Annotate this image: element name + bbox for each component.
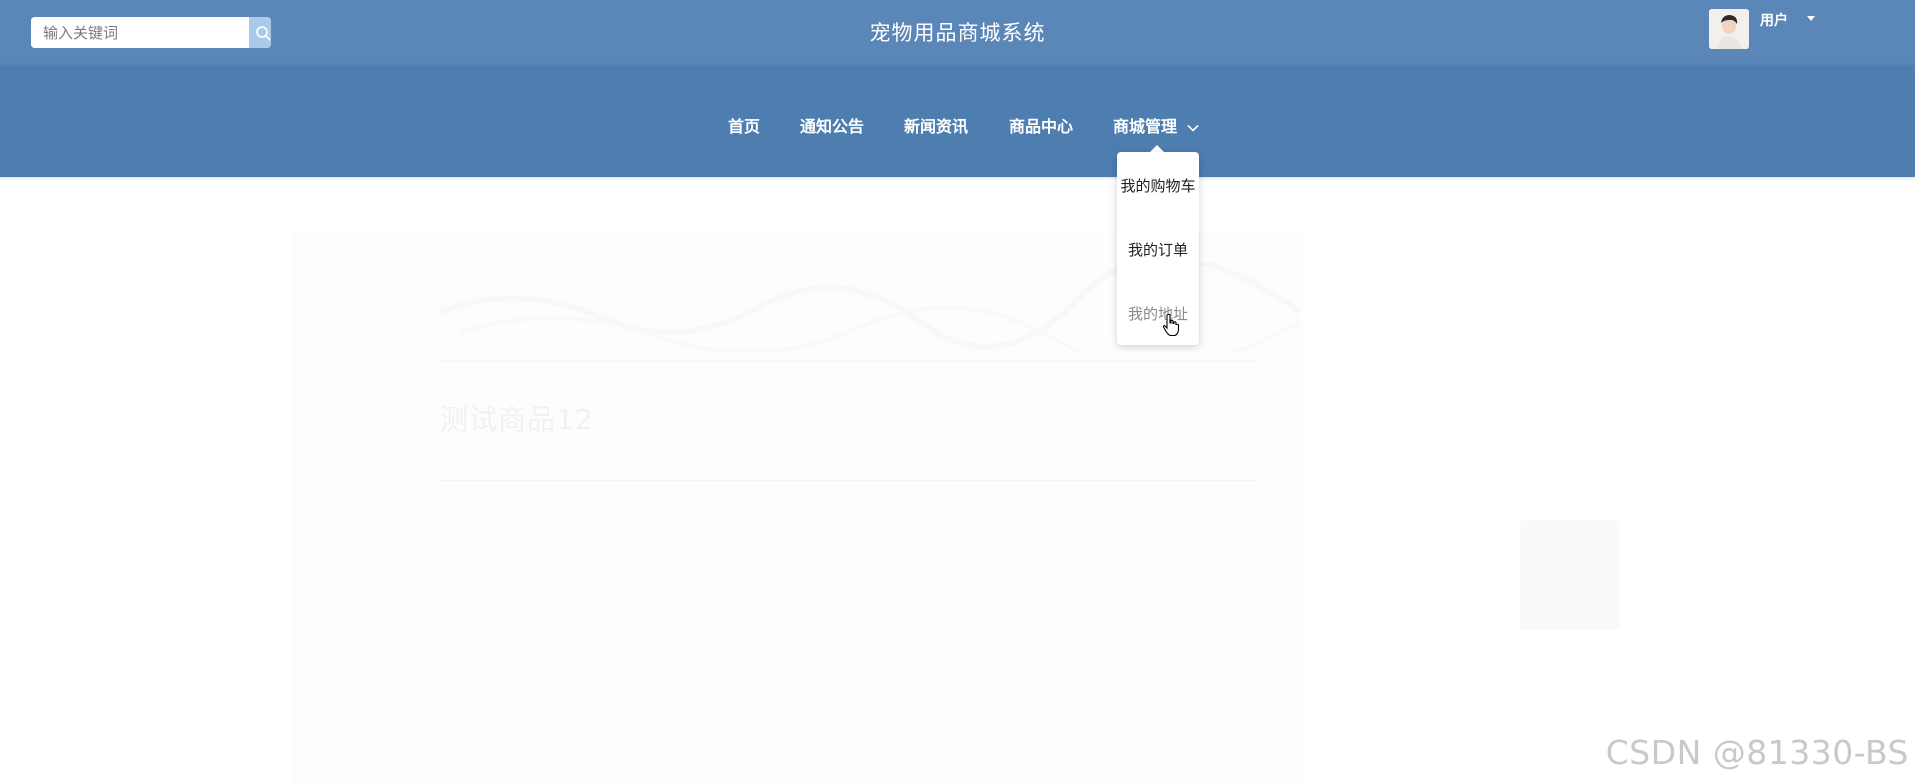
hand-cursor-icon [1162, 313, 1180, 337]
divider [440, 360, 1260, 361]
user-menu-label[interactable]: 用户 [1760, 10, 1788, 30]
site-title: 宠物用品商城系统 [869, 21, 1046, 45]
dropdown-item-cart[interactable]: 我的购物车 [1117, 175, 1199, 196]
main-nav: 首页 通知公告 新闻资讯 商品中心 商城管理 [0, 65, 1915, 177]
shop-management-dropdown: 我的购物车 我的订单 我的地址 [1117, 152, 1199, 345]
side-product-thumbnail [1520, 520, 1620, 630]
dropdown-arrow [1150, 145, 1164, 152]
chevron-down-icon [1187, 124, 1199, 132]
dropdown-item-address[interactable]: 我的地址 [1117, 303, 1199, 324]
user-avatar-icon [1709, 9, 1749, 49]
watermark: CSDN @81330-BS [1605, 733, 1909, 772]
dropdown-item-orders[interactable]: 我的订单 [1117, 239, 1199, 260]
divider [440, 480, 1260, 481]
avatar[interactable] [1709, 9, 1749, 49]
nav-item-news[interactable]: 新闻资讯 [904, 113, 968, 137]
nav-item-home[interactable]: 首页 [728, 113, 760, 137]
nav-item-shop-management[interactable]: 商城管理 [1113, 113, 1199, 137]
nav-item-notices[interactable]: 通知公告 [800, 113, 864, 137]
product-title: 测试商品12 [440, 403, 594, 436]
caret-down-icon[interactable] [1807, 16, 1815, 21]
top-bar: 宠物用品商城系统 用户 [0, 0, 1915, 65]
nav-item-products[interactable]: 商品中心 [1009, 113, 1073, 137]
nav-item-label: 商城管理 [1113, 117, 1178, 136]
